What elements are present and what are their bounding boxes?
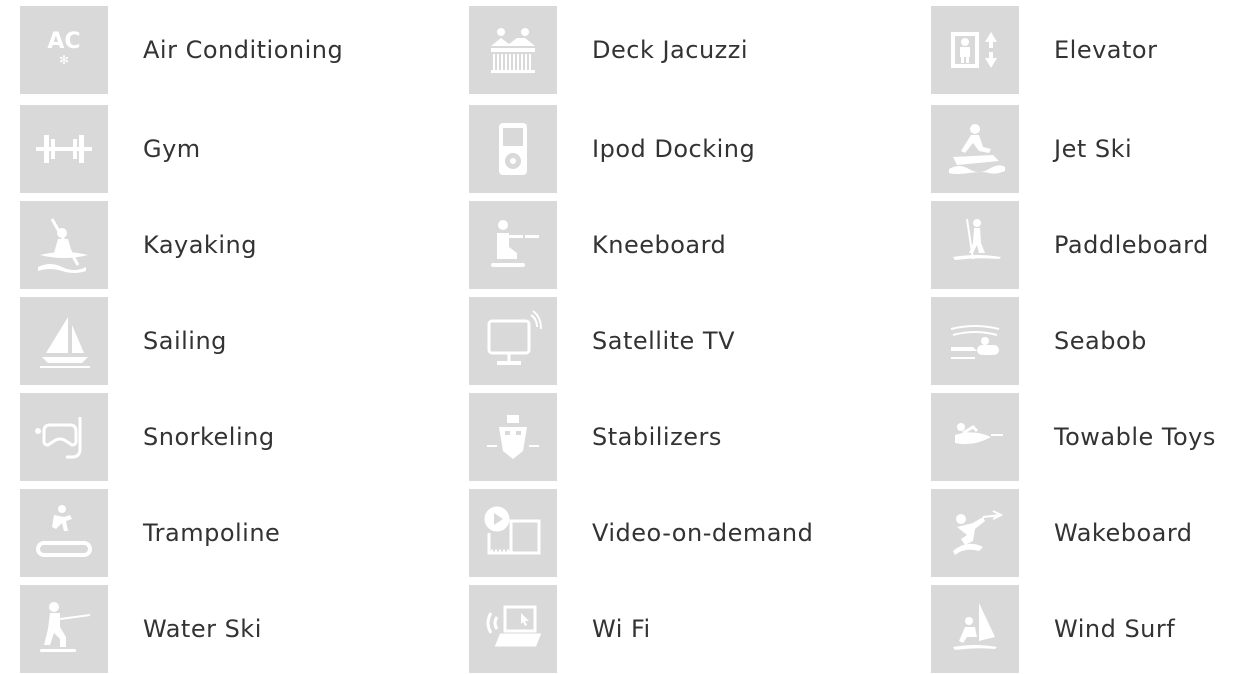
amenity-snorkeling: Snorkeling	[20, 392, 275, 482]
stabilizers-icon	[469, 393, 557, 481]
kneeboard-icon	[469, 201, 557, 289]
amenity-seabob: Seabob	[931, 296, 1147, 386]
gym-icon	[20, 105, 108, 193]
amenity-label: Air Conditioning	[143, 36, 344, 64]
amenity-jet-ski: Jet Ski	[931, 104, 1132, 194]
amenity-wakeboard: Wakeboard	[931, 488, 1193, 578]
svg-text:AC: AC	[47, 29, 80, 54]
amenity-wind-surf: Wind Surf	[931, 584, 1175, 674]
amenity-label: Wind Surf	[1054, 615, 1176, 643]
amenity-ipod-docking: Ipod Docking	[469, 104, 755, 194]
amenity-sailing: Sailing	[20, 296, 227, 386]
amenity-label: Gym	[143, 135, 201, 163]
amenity-label: Trampoline	[143, 519, 281, 547]
ipod-docking-icon	[469, 105, 557, 193]
amenity-label: Kayaking	[143, 231, 257, 259]
water-ski-icon	[20, 585, 108, 673]
amenity-label: Sailing	[143, 327, 227, 355]
amenity-kneeboard: Kneeboard	[469, 200, 726, 290]
amenity-label: Kneeboard	[592, 231, 727, 259]
amenity-wifi: Wi Fi	[469, 584, 651, 674]
amenity-label: Towable Toys	[1054, 423, 1216, 451]
amenity-label: Water Ski	[143, 615, 262, 643]
air-conditioning-icon: AC ✻	[20, 6, 108, 94]
amenity-label: Snorkeling	[143, 423, 275, 451]
trampoline-icon	[20, 489, 108, 577]
amenity-deck-jacuzzi: Deck Jacuzzi	[469, 5, 748, 95]
amenity-label: Ipod Docking	[592, 135, 756, 163]
amenity-elevator: Elevator	[931, 5, 1157, 95]
wakeboard-icon	[931, 489, 1019, 577]
amenity-label: Stabilizers	[592, 423, 722, 451]
amenity-satellite-tv: Satellite TV	[469, 296, 735, 386]
satellite-tv-icon	[469, 297, 557, 385]
towable-toys-icon	[931, 393, 1019, 481]
video-on-demand-icon	[469, 489, 557, 577]
amenity-gym: Gym	[20, 104, 201, 194]
amenity-stabilizers: Stabilizers	[469, 392, 722, 482]
amenity-label: Deck Jacuzzi	[592, 36, 749, 64]
amenity-video-on-demand: Video-on-demand	[469, 488, 813, 578]
svg-text:✻: ✻	[59, 53, 69, 67]
amenity-label: Wakeboard	[1054, 519, 1193, 547]
jet-ski-icon	[931, 105, 1019, 193]
kayaking-icon	[20, 201, 108, 289]
wifi-icon	[469, 585, 557, 673]
amenities-grid: AC ✻ Air Conditioning Deck Jacuzzi Eleva…	[0, 0, 1240, 673]
paddleboard-icon	[931, 201, 1019, 289]
amenity-water-ski: Water Ski	[20, 584, 262, 674]
elevator-icon	[931, 6, 1019, 94]
amenity-kayaking: Kayaking	[20, 200, 257, 290]
seabob-icon	[931, 297, 1019, 385]
amenity-label: Wi Fi	[592, 615, 651, 643]
amenity-label: Video-on-demand	[592, 519, 814, 547]
amenity-towable-toys: Towable Toys	[931, 392, 1216, 482]
amenity-label: Seabob	[1054, 327, 1147, 355]
snorkeling-icon	[20, 393, 108, 481]
sailing-icon	[20, 297, 108, 385]
amenity-trampoline: Trampoline	[20, 488, 280, 578]
deck-jacuzzi-icon	[469, 6, 557, 94]
wind-surf-icon	[931, 585, 1019, 673]
amenity-label: Jet Ski	[1054, 135, 1133, 163]
amenity-air-conditioning: AC ✻ Air Conditioning	[20, 5, 343, 95]
amenity-label: Satellite TV	[592, 327, 736, 355]
amenity-label: Paddleboard	[1054, 231, 1209, 259]
amenity-paddleboard: Paddleboard	[931, 200, 1209, 290]
amenity-label: Elevator	[1054, 36, 1158, 64]
